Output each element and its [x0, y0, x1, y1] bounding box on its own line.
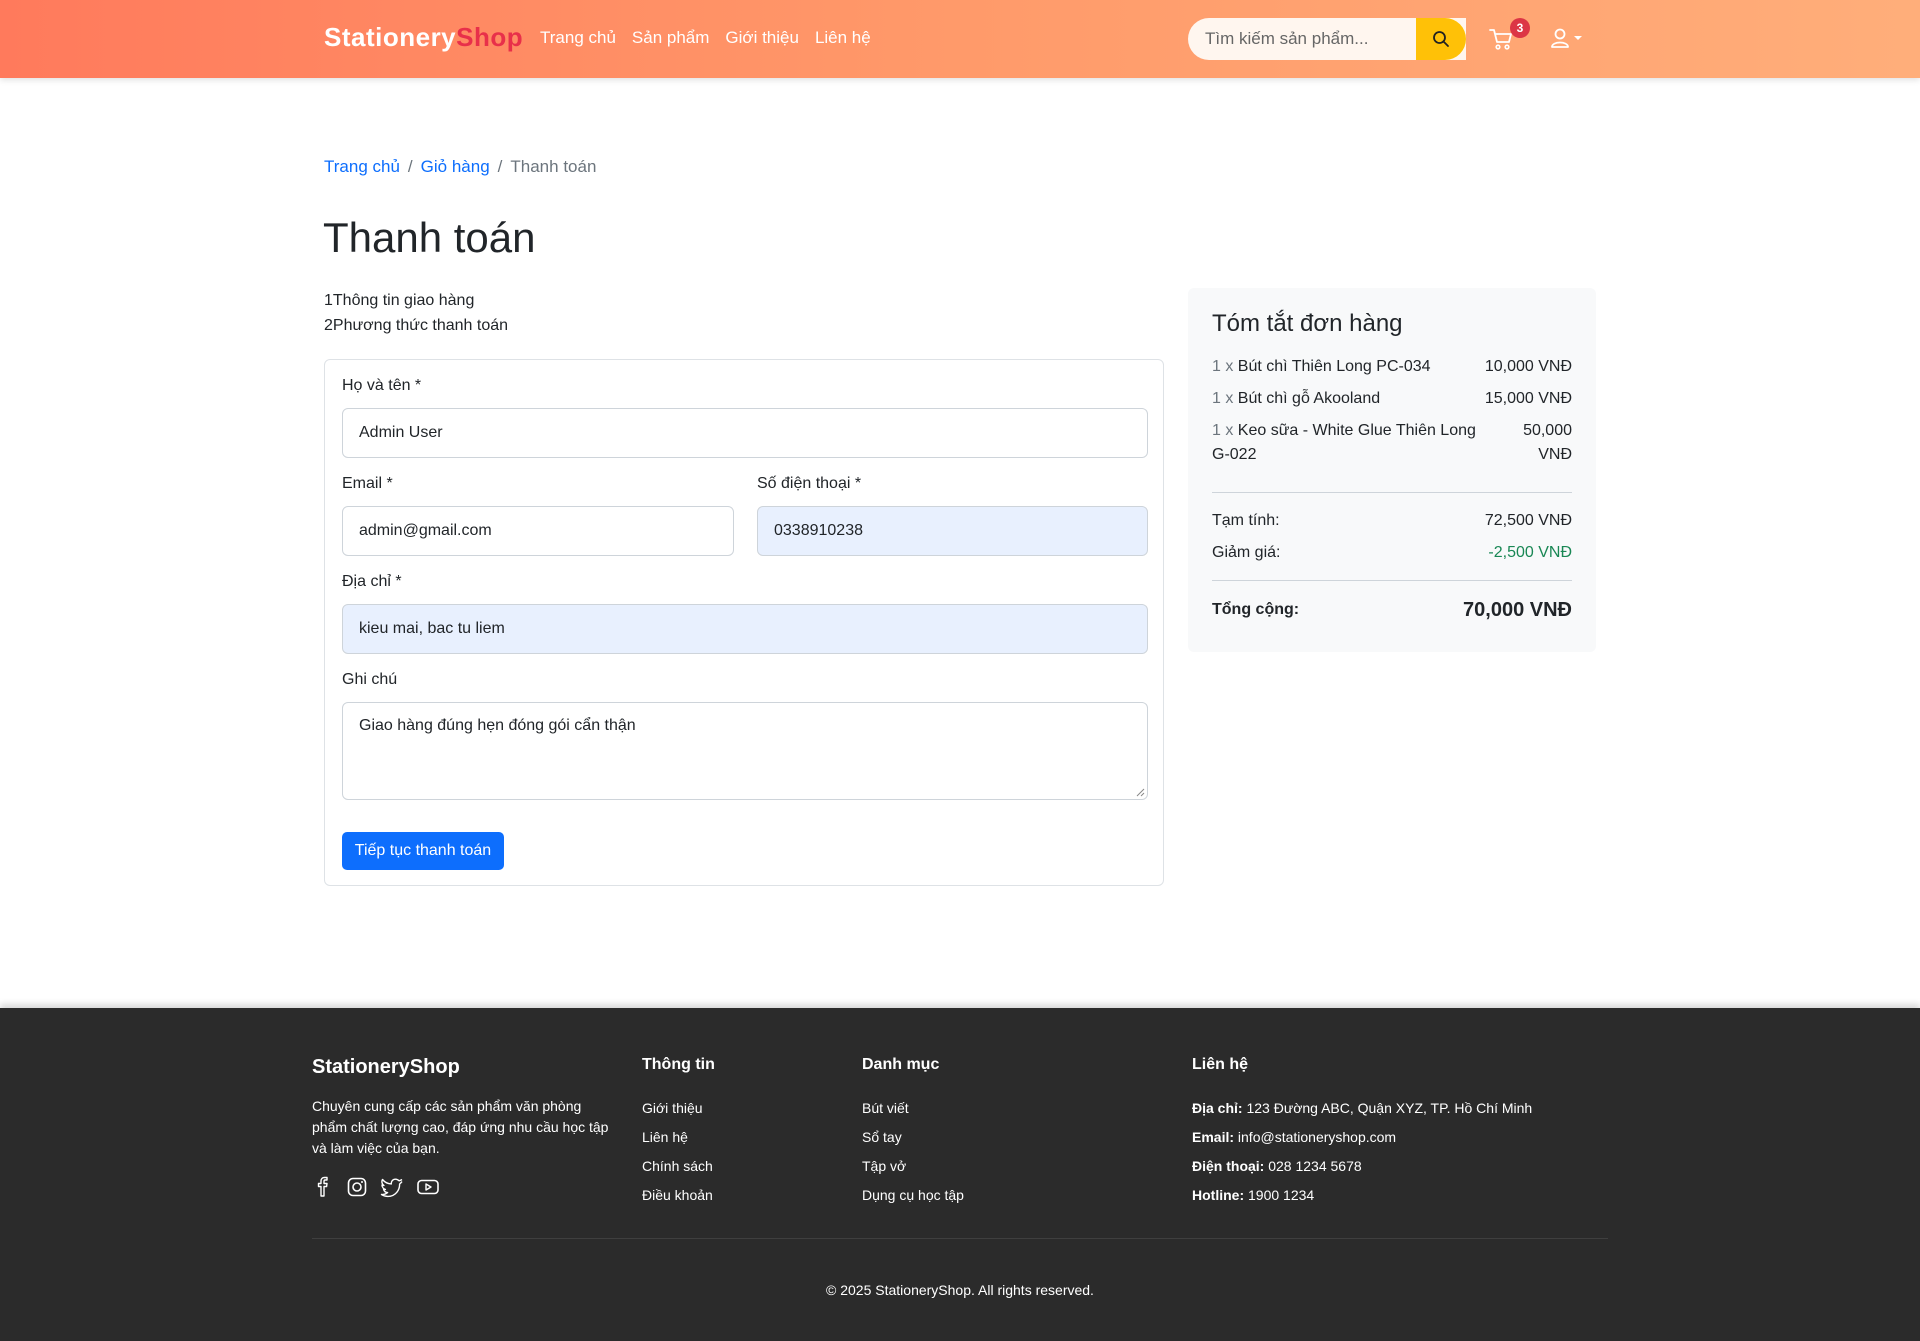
email-field[interactable]: admin@gmail.com: [342, 506, 734, 556]
main-nav: Trang chủ Sản phẩm Giới thiệu Liên hệ: [540, 28, 871, 48]
twitter-icon[interactable]: [380, 1176, 404, 1198]
address-field[interactable]: kieu mai, bac tu liem: [342, 604, 1148, 654]
breadcrumb: Trang chủ / Giỏ hàng / Thanh toán: [324, 157, 596, 177]
item-price: 50,000 VNĐ: [1523, 422, 1572, 463]
footer-info-list: Giới thiệu Liên hệ Chính sách Điều khoản: [642, 1094, 713, 1210]
subtotal-row: Tạm tính: 72,500 VNĐ: [1212, 509, 1572, 533]
resize-handle-icon[interactable]: [1135, 787, 1145, 797]
continue-payment-button[interactable]: Tiếp tục thanh toán: [342, 832, 504, 870]
phone-label: Số điện thoại *: [757, 475, 862, 492]
summary-item: 1 x Bút chì Thiên Long PC-034 10,000 VNĐ: [1212, 355, 1572, 379]
footer-email: Email: info@stationeryshop.com: [1192, 1129, 1397, 1145]
copyright: © 2025 StationeryShop. All rights reserv…: [826, 1282, 1094, 1298]
note-text: Giao hàng đúng hẹn đóng gói cẩn thận: [359, 717, 636, 734]
youtube-icon[interactable]: [416, 1176, 440, 1198]
footer-contact-title: Liên hệ: [1192, 1056, 1249, 1073]
order-summary: Tóm tắt đơn hàng 1 x Bút chì Thiên Long …: [1188, 288, 1596, 652]
search-input[interactable]: [1205, 29, 1449, 49]
footer-brand: StationeryShop: [312, 1056, 460, 1078]
facebook-icon[interactable]: [312, 1176, 334, 1198]
summary-item: 1 x Bút chì gỗ Akooland 15,000 VNĐ: [1212, 387, 1572, 411]
name-field[interactable]: Admin User: [342, 408, 1148, 458]
item-name: Bút chì gỗ Akooland: [1237, 390, 1381, 407]
total-label: Tổng cộng:: [1212, 601, 1300, 618]
summary-item: 1 x Keo sữa - White Glue Thiên Long G-02…: [1212, 419, 1572, 467]
user-menu[interactable]: [1550, 27, 1583, 49]
nav-home[interactable]: Trang chủ: [540, 28, 616, 48]
footer-description: Chuyên cung cấp các sản phẩm văn phòng p…: [312, 1098, 609, 1156]
discount-value: -2,500 VNĐ: [1488, 544, 1572, 561]
footer-category-title: Danh mục: [862, 1056, 940, 1073]
shipping-form: Họ và tên * Admin User Email * admin@gma…: [324, 359, 1164, 886]
item-price: 10,000 VNĐ: [1484, 358, 1572, 375]
breadcrumb-current: Thanh toán: [510, 157, 597, 176]
footer-category-list: Bút viết Sổ tay Tập vở Dụng cụ học tập: [862, 1094, 964, 1210]
address-label: Địa chỉ *: [342, 573, 402, 590]
discount-label: Giảm giá:: [1212, 544, 1281, 561]
step-shipping-info: 1Thông tin giao hàng: [324, 292, 475, 309]
breadcrumb-cart[interactable]: Giỏ hàng: [421, 157, 490, 177]
breadcrumb-home[interactable]: Trang chủ: [324, 157, 400, 177]
summary-divider: [1212, 492, 1572, 493]
chevron-down-icon: [1574, 36, 1582, 40]
summary-divider: [1212, 580, 1572, 581]
social-links: [312, 1176, 440, 1198]
total-row: Tổng cộng: 70,000 VNĐ: [1212, 598, 1572, 622]
breadcrumb-separator: /: [407, 157, 413, 176]
item-qty: 1 x: [1212, 390, 1234, 407]
footer-hotline: Hotline: 1900 1234: [1192, 1187, 1315, 1203]
page-title: Thanh toán: [323, 214, 536, 261]
note-label: Ghi chú: [342, 671, 398, 688]
footer-phone: Điện thoại: 028 1234 5678: [1192, 1158, 1362, 1174]
subtotal-label: Tạm tính:: [1212, 512, 1280, 529]
item-price: 15,000 VNĐ: [1484, 390, 1572, 407]
footer-link-contact[interactable]: Liên hệ: [642, 1123, 713, 1152]
breadcrumb-separator: /: [497, 157, 503, 176]
note-textarea[interactable]: Giao hàng đúng hẹn đóng gói cẩn thận: [342, 702, 1148, 800]
cart-count-badge: 3: [1510, 18, 1530, 38]
summary-title: Tóm tắt đơn hàng: [1212, 310, 1403, 337]
search-icon: [1433, 31, 1449, 47]
brand-logo[interactable]: StationeryShop: [324, 22, 523, 53]
nav-products[interactable]: Sản phẩm: [632, 28, 710, 48]
item-name: Bút chì Thiên Long PC-034: [1237, 358, 1431, 375]
footer-address: Địa chỉ: 123 Đường ABC, Quận XYZ, TP. Hồ…: [1192, 1100, 1533, 1116]
footer-info-title: Thông tin: [642, 1056, 715, 1073]
navbar: StationeryShop Trang chủ Sản phẩm Giới t…: [0, 0, 1920, 78]
footer: StationeryShop Chuyên cung cấp các sản p…: [0, 1008, 1920, 1341]
nav-about[interactable]: Giới thiệu: [725, 28, 799, 48]
item-name: Keo sữa - White Glue Thiên Long G-022: [1212, 422, 1476, 463]
footer-link-school-supplies[interactable]: Dụng cụ học tập: [862, 1181, 964, 1210]
footer-divider: [312, 1238, 1608, 1239]
name-label: Họ và tên *: [342, 377, 422, 394]
footer-link-exercise-books[interactable]: Tập vở: [862, 1152, 964, 1181]
discount-row: Giảm giá: -2,500 VNĐ: [1212, 541, 1572, 565]
footer-link-terms[interactable]: Điều khoản: [642, 1181, 713, 1210]
footer-link-notebooks[interactable]: Sổ tay: [862, 1123, 964, 1152]
step-payment-method: 2Phương thức thanh toán: [324, 317, 509, 334]
instagram-icon[interactable]: [346, 1176, 368, 1198]
footer-contact-info: Địa chỉ: 123 Đường ABC, Quận XYZ, TP. Hồ…: [1192, 1094, 1532, 1210]
total-value: 70,000 VNĐ: [1463, 599, 1572, 621]
footer-link-about[interactable]: Giới thiệu: [642, 1094, 713, 1123]
footer-link-pens[interactable]: Bút viết: [862, 1094, 964, 1123]
email-label: Email *: [342, 475, 393, 492]
item-qty: 1 x: [1212, 358, 1234, 375]
nav-contact[interactable]: Liên hệ: [815, 28, 871, 48]
checkout-steps: 1Thông tin giao hàng 2Phương thức thanh …: [324, 288, 508, 338]
user-icon: [1551, 28, 1569, 48]
search-button[interactable]: [1416, 18, 1466, 60]
phone-field[interactable]: 0338910238: [757, 506, 1148, 556]
footer-link-policy[interactable]: Chính sách: [642, 1152, 713, 1181]
item-qty: 1 x: [1212, 422, 1234, 439]
subtotal-value: 72,500 VNĐ: [1484, 512, 1572, 529]
